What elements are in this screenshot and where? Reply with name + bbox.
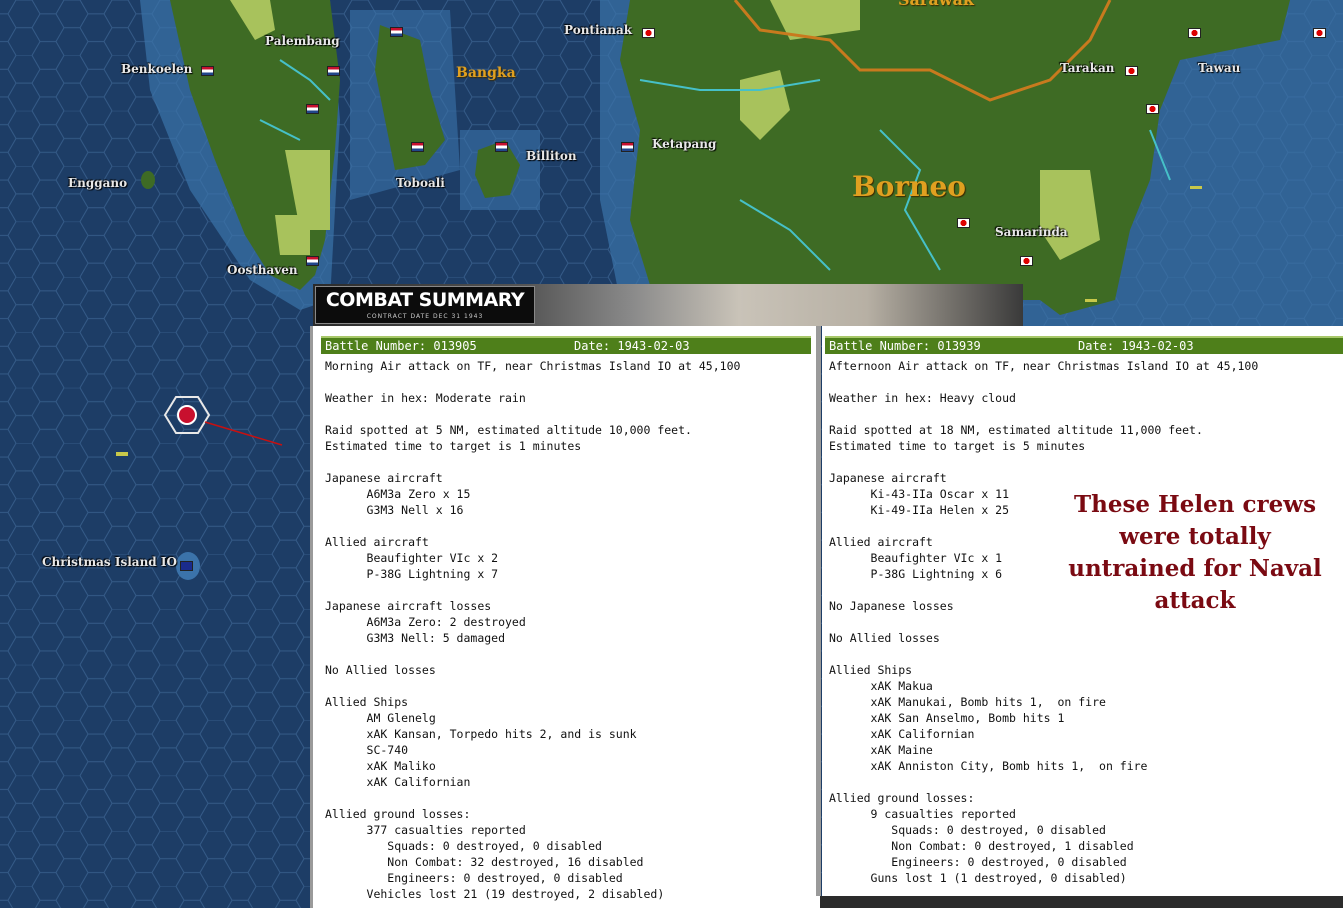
dutch-flag-icon[interactable] (621, 142, 634, 152)
right-battle-header: Battle Number: 013939 Date: 1943-02-03 (825, 336, 1343, 354)
japanese-flag-icon[interactable] (1020, 256, 1033, 266)
japanese-flag-icon[interactable] (957, 218, 970, 228)
dutch-flag-icon[interactable] (201, 66, 214, 76)
combat-summary-title: COMBAT SUMMARY (325, 289, 525, 311)
dutch-flag-icon[interactable] (495, 142, 508, 152)
australian-flag-icon[interactable] (180, 561, 193, 571)
label-billiton: Billiton (526, 149, 577, 163)
label-palembang: Palembang (265, 34, 340, 48)
region-bangka: Bangka (456, 65, 516, 81)
label-christmas-island: Christmas Island IO (42, 555, 177, 569)
region-borneo: Borneo (852, 170, 966, 203)
label-ketapang: Ketapang (652, 137, 717, 151)
dutch-flag-icon[interactable] (390, 27, 403, 37)
combat-summary-subtitle: CONTRACT DATE DEC 31 1943 (366, 313, 484, 320)
japanese-flag-icon[interactable] (1146, 104, 1159, 114)
label-enggano: Enggano (68, 176, 128, 190)
label-pontianak: Pontianak (564, 23, 633, 37)
label-tarakan: Tarakan (1060, 61, 1115, 75)
enggano-island (141, 171, 155, 189)
japanese-flag-icon[interactable] (1313, 28, 1326, 38)
label-toboali: Toboali (396, 176, 445, 190)
ship-icon[interactable] (116, 452, 128, 456)
left-battle-date: Date: 1943-02-03 (574, 339, 690, 353)
label-samarinda: Samarinda (995, 225, 1068, 239)
region-sarawak: Sarawak (898, 0, 974, 9)
combat-summary-logo: COMBAT SUMMARY CONTRACT DATE DEC 31 1943 (315, 286, 535, 324)
label-tawau: Tawau (1198, 61, 1241, 75)
left-battle-header: Battle Number: 013905 Date: 1943-02-03 (321, 336, 811, 354)
ship-icon-3[interactable] (1085, 299, 1097, 302)
label-benkoelen: Benkoelen (121, 62, 193, 76)
right-battle-report: Afternoon Air attack on TF, near Christm… (829, 359, 1259, 885)
task-force-icon[interactable] (177, 405, 197, 425)
ship-icon-2[interactable] (1190, 186, 1202, 189)
left-battle-report: Morning Air attack on TF, near Christmas… (325, 359, 741, 901)
dutch-flag-icon[interactable] (411, 142, 424, 152)
right-battle-number: Battle Number: 013939 (829, 339, 981, 353)
dutch-flag-icon[interactable] (306, 256, 319, 266)
dutch-flag-icon[interactable] (306, 104, 319, 114)
annotation-note: These Helen crews were totally untrained… (1068, 491, 1322, 614)
dutch-flag-icon[interactable] (327, 66, 340, 76)
left-battle-number: Battle Number: 013905 (325, 339, 477, 353)
label-oosthaven: Oosthaven (227, 263, 298, 277)
panel-divider (816, 326, 821, 896)
japanese-flag-icon[interactable] (1188, 28, 1201, 38)
japanese-flag-icon[interactable] (1125, 66, 1138, 76)
japanese-flag-icon[interactable] (642, 28, 655, 38)
window-bottom-edge (820, 896, 1343, 908)
left-panel-border (310, 326, 313, 908)
right-battle-date: Date: 1943-02-03 (1078, 339, 1194, 353)
